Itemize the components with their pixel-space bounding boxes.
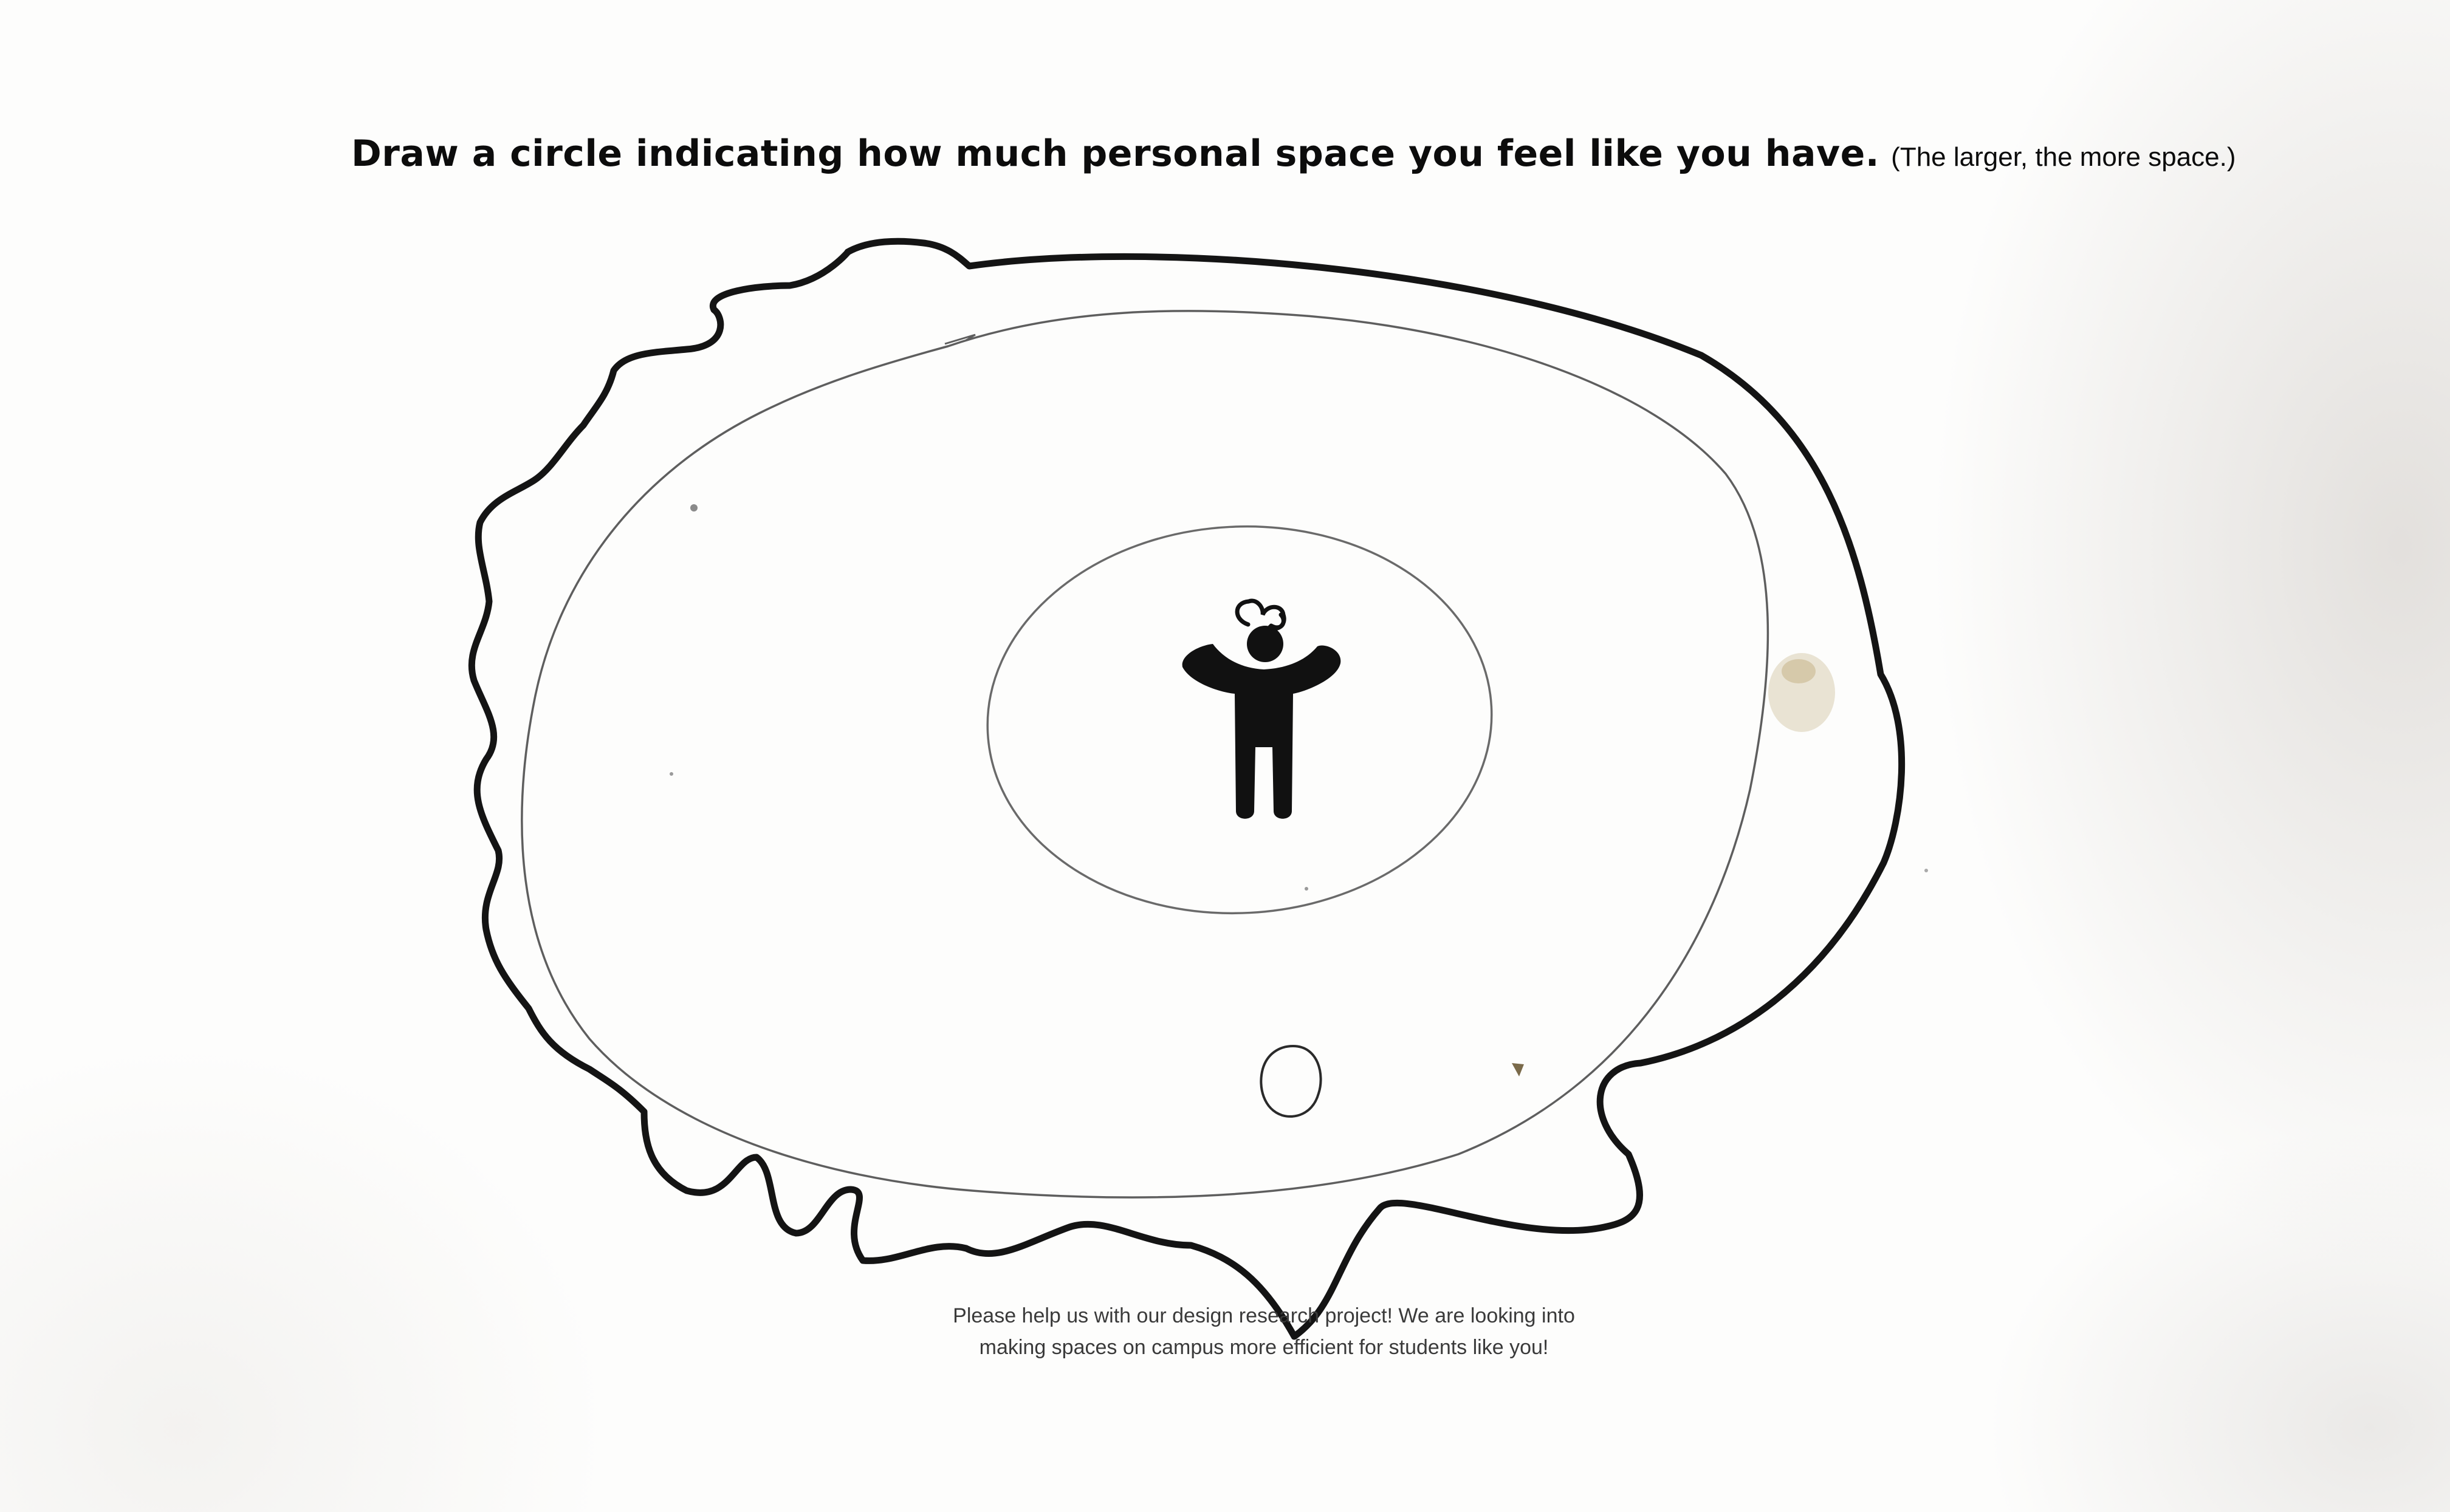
paper-speck — [1512, 1063, 1524, 1076]
footer-line-2: making spaces on campus more efficient f… — [979, 1336, 1549, 1359]
outer-wavy-outline — [468, 238, 1906, 1340]
survey-sheet: Draw a circle indicating how much person… — [0, 0, 2450, 1512]
drawing-canvas — [468, 238, 1928, 1340]
paper-stain — [1782, 659, 1816, 683]
large-pencil-oval — [521, 310, 1769, 1199]
footer-line-1: Please help us with our design research … — [953, 1304, 1575, 1327]
paper-speck — [690, 504, 698, 511]
paper-speck — [1924, 869, 1928, 872]
person-figure-icon — [1182, 626, 1341, 819]
small-doodle-circle — [1260, 1044, 1322, 1118]
paper-speck — [670, 772, 673, 776]
footer-note: Please help us with our design research … — [936, 1300, 1592, 1363]
hair-doodle — [1235, 598, 1286, 631]
paper-speck — [1305, 887, 1308, 891]
